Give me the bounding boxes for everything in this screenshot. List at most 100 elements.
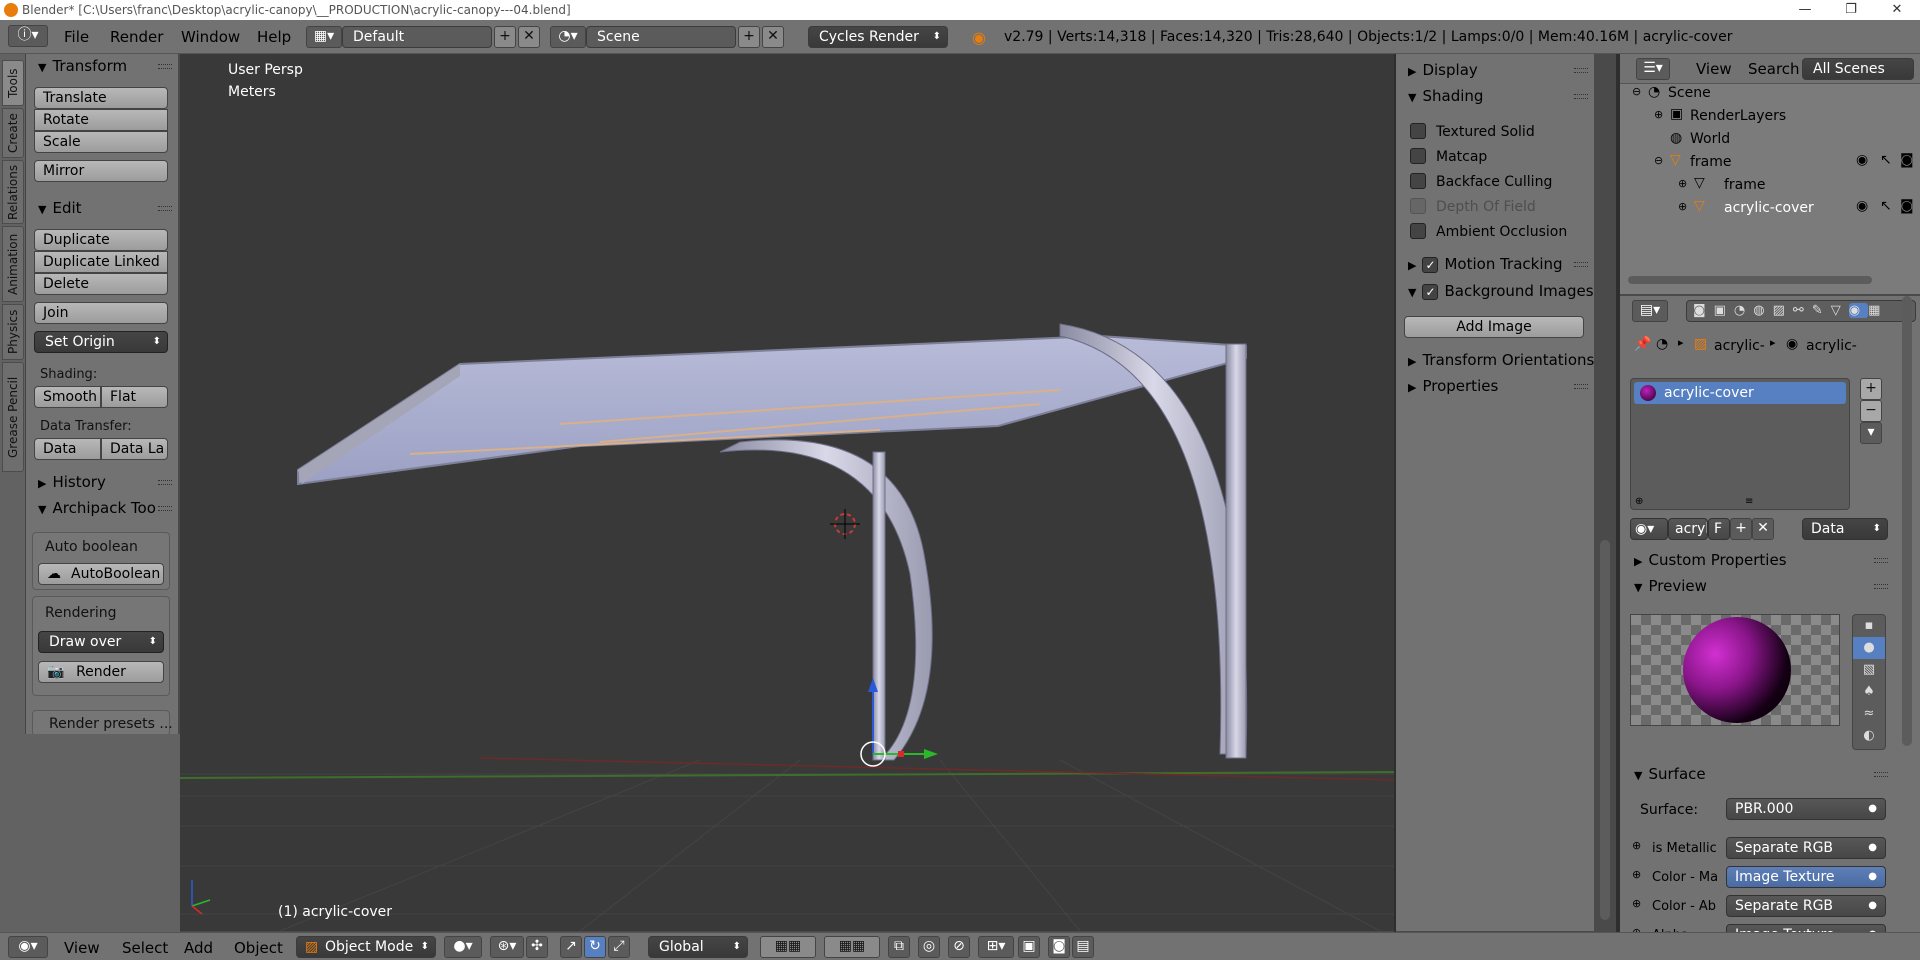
layout-field[interactable]: Default: [342, 26, 492, 48]
drag-grip-icon[interactable]: [158, 64, 172, 69]
filter-options-icon[interactable]: ⊕: [1635, 496, 1643, 507]
pivot-point-icon[interactable]: ⊛▾: [490, 936, 524, 958]
drag-grip-icon[interactable]: [158, 506, 172, 511]
preview-header[interactable]: ▼ Preview: [1624, 574, 1894, 598]
3d-viewport[interactable]: User Persp Meters (1) acrylic-cover: [180, 54, 1394, 931]
menu-object[interactable]: Object: [234, 939, 283, 957]
surface-header[interactable]: ▼ Surface: [1624, 762, 1894, 786]
modifiers-tab-icon[interactable]: ✎: [1812, 303, 1831, 318]
add-material-slot-icon[interactable]: +: [1860, 378, 1882, 400]
matcap-checkbox[interactable]: [1410, 148, 1426, 164]
render-tab-icon[interactable]: ◙: [1693, 303, 1714, 318]
display-panel-header[interactable]: ▶ Display: [1398, 58, 1594, 82]
socket-icon[interactable]: ⊕: [1632, 839, 1641, 852]
manipulator-toggle-icon[interactable]: ✣: [526, 936, 548, 958]
cursor-select-icon[interactable]: ↖: [1880, 152, 1892, 168]
opengl-render-icon[interactable]: ◙: [1048, 936, 1070, 958]
collapse-icon[interactable]: ⊖: [1632, 85, 1641, 98]
tab-create[interactable]: Create: [2, 108, 24, 158]
scene-tab-icon[interactable]: ◔: [1734, 303, 1753, 318]
data-tab-icon[interactable]: ▽: [1831, 303, 1849, 318]
expand-icon[interactable]: ⊕: [1678, 200, 1687, 213]
outliner-item-frame-mesh[interactable]: frame: [1724, 177, 1766, 193]
menu-view[interactable]: View: [64, 939, 100, 957]
screen-layout-icon[interactable]: ▦▾: [306, 26, 342, 48]
input-color-ab-field[interactable]: Separate RGB ●: [1726, 895, 1886, 917]
preview-monkey-icon[interactable]: ♠: [1853, 681, 1885, 703]
all-scenes-select[interactable]: All Scenes: [1802, 58, 1914, 80]
layers-grid-right[interactable]: ▦▦: [824, 936, 880, 958]
input-metallic-field[interactable]: Separate RGB ●: [1726, 837, 1886, 859]
tab-relations[interactable]: Relations: [2, 160, 24, 224]
textured-solid-checkbox[interactable]: [1410, 123, 1426, 139]
lock-layers-icon[interactable]: ⧉: [888, 936, 910, 958]
add-layout-icon[interactable]: +: [494, 26, 516, 48]
editor-type-3d-icon[interactable]: ◉▾: [8, 936, 48, 958]
add-scene-icon[interactable]: +: [738, 26, 760, 48]
drag-grip-icon[interactable]: [1874, 558, 1888, 563]
viewport-shading-icon[interactable]: ●▾: [444, 936, 482, 958]
shading-panel-header[interactable]: ▼ Shading: [1398, 84, 1594, 108]
drag-grip-icon[interactable]: [158, 206, 172, 211]
outliner-search-menu[interactable]: Search: [1748, 60, 1800, 78]
archipack-panel-header[interactable]: ▼ Archipack Too: [28, 496, 178, 520]
drag-grip-icon[interactable]: [1874, 772, 1888, 777]
autoboolean-button[interactable]: ☁ AutoBoolean: [38, 563, 164, 585]
outliner-item-scene[interactable]: Scene: [1668, 85, 1711, 101]
slot-specials-icon[interactable]: ▾: [1860, 422, 1882, 444]
eye-icon[interactable]: ◉: [1856, 152, 1868, 168]
material-tab-icon[interactable]: ◉: [1848, 303, 1869, 318]
layers-grid-left[interactable]: ▦▦: [760, 936, 816, 958]
tab-physics[interactable]: Physics: [2, 304, 24, 360]
rotate-button[interactable]: Rotate: [34, 109, 168, 131]
collapse-icon[interactable]: ⊖: [1654, 154, 1663, 167]
outliner-view-menu[interactable]: View: [1696, 60, 1732, 78]
custom-properties-header[interactable]: ▶ Custom Properties: [1624, 548, 1894, 572]
editor-type-info-icon[interactable]: ⓘ▾: [8, 25, 48, 47]
tab-animation[interactable]: Animation: [2, 226, 24, 302]
tab-grease-pencil[interactable]: Grease Pencil: [2, 362, 24, 472]
checkmark-icon[interactable]: ✓: [1422, 283, 1439, 300]
outliner-item-frame[interactable]: frame: [1690, 154, 1732, 170]
rotate-manipulator-icon[interactable]: ↻: [584, 936, 606, 958]
remove-scene-icon[interactable]: ✕: [762, 26, 784, 48]
delete-button[interactable]: Delete: [34, 273, 168, 295]
ambient-occlusion-checkbox[interactable]: [1410, 223, 1426, 239]
preview-hair-icon[interactable]: ≈: [1853, 703, 1885, 725]
outliner-editor-icon[interactable]: ☰▾: [1636, 58, 1670, 80]
menu-window[interactable]: Window: [181, 28, 240, 46]
transform-orientations-header[interactable]: ▶ Transform Orientations: [1398, 348, 1594, 372]
drag-grip-icon[interactable]: [1574, 384, 1588, 389]
outliner-item-world[interactable]: World: [1690, 131, 1730, 147]
transform-panel-header[interactable]: ▼ Transform: [28, 54, 178, 78]
orientation-select[interactable]: Global ⬍: [648, 936, 748, 958]
properties-editor-icon[interactable]: ▤▾: [1632, 300, 1668, 322]
surface-shader-field[interactable]: PBR.000 ●: [1726, 798, 1886, 820]
translate-button[interactable]: Translate: [34, 87, 168, 109]
scene-icon[interactable]: ◔▾: [550, 26, 586, 48]
breadcrumb-material[interactable]: acrylic-: [1806, 338, 1857, 354]
history-panel-header[interactable]: ▶ History: [28, 470, 178, 494]
opengl-animation-icon[interactable]: ▤: [1072, 936, 1094, 958]
translate-manipulator-icon[interactable]: ↗: [560, 936, 582, 958]
properties-header[interactable]: ▶ Properties: [1398, 374, 1594, 398]
render-button[interactable]: 📷 Render: [38, 661, 164, 683]
remove-layout-icon[interactable]: ✕: [518, 26, 540, 48]
expand-icon[interactable]: ⊕: [1678, 177, 1687, 190]
material-browse-button[interactable]: ◉▾: [1630, 518, 1668, 540]
camera-render-icon[interactable]: ◙: [1900, 152, 1914, 168]
data-layout-button[interactable]: Data La: [101, 438, 168, 460]
mirror-button[interactable]: Mirror: [34, 160, 168, 182]
new-material-icon[interactable]: +: [1730, 518, 1752, 540]
input-color-ma-field[interactable]: Image Texture ●: [1726, 866, 1886, 888]
properties-context-tabs[interactable]: ◙▣◔◍▨⚯✎▽◉▦: [1686, 300, 1916, 322]
remove-material-slot-icon[interactable]: −: [1860, 400, 1882, 422]
drag-grip-icon[interactable]: [1574, 262, 1588, 267]
material-name-field[interactable]: acryli: [1668, 518, 1708, 540]
snap-icon[interactable]: ⊘: [948, 936, 970, 958]
scale-button[interactable]: Scale: [34, 131, 168, 153]
eye-icon[interactable]: ◉: [1856, 198, 1868, 214]
preview-sphere-sky-icon[interactable]: ◐: [1853, 725, 1885, 747]
outliner-hscrollbar[interactable]: [1628, 276, 1872, 284]
background-images-header[interactable]: ▼ ✓ Background Images: [1398, 279, 1594, 303]
